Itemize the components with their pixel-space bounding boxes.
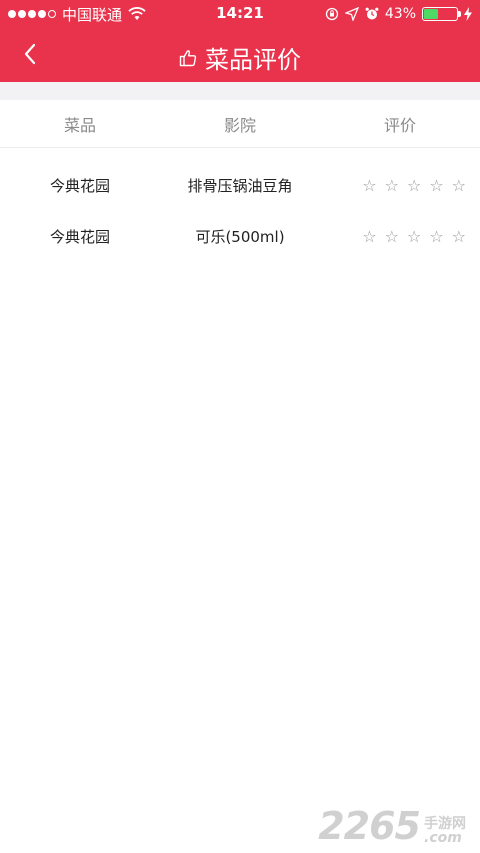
- cell-dish: 排骨压锅油豆角: [187, 177, 293, 195]
- lock-rotation-icon: [325, 7, 339, 21]
- battery-fill: [424, 9, 438, 19]
- table-header: 菜品 影院 评价: [0, 100, 480, 148]
- table-row: 今典花园 可乐(500ml) ☆ ☆ ☆ ☆ ☆: [0, 211, 480, 262]
- alarm-icon: [365, 7, 379, 20]
- column-header-cinema: 影院: [223, 115, 256, 135]
- star-icon[interactable]: ☆: [452, 228, 466, 245]
- cell-dish: 可乐(500ml): [195, 228, 285, 246]
- column-header-rating: 评价: [383, 115, 416, 135]
- nav-title-group: 菜品评价: [0, 40, 480, 75]
- watermark-site-name: 手游网: [424, 816, 466, 832]
- watermark-side: 手游网 .com: [424, 817, 466, 845]
- page-title: 菜品评价: [205, 46, 301, 74]
- star-icon[interactable]: ☆: [385, 177, 399, 194]
- status-bar-left: 中国联通: [8, 4, 146, 24]
- location-arrow-icon: [344, 7, 359, 21]
- signal-dot: [8, 10, 16, 18]
- signal-dot-empty: [48, 10, 56, 18]
- star-icon[interactable]: ☆: [407, 177, 421, 194]
- table-row: 今典花园 排骨压锅油豆角 ☆ ☆ ☆ ☆ ☆: [0, 160, 480, 211]
- nav-bar: 菜品评价: [0, 28, 480, 82]
- status-bar: 中国联通 14:21 43%: [0, 0, 480, 28]
- star-icon[interactable]: ☆: [362, 228, 376, 245]
- star-icon[interactable]: ☆: [429, 228, 443, 245]
- app-header: 中国联通 14:21 43% 菜品评价: [0, 0, 480, 82]
- signal-dot: [18, 10, 26, 18]
- status-bar-right: 43%: [325, 4, 472, 24]
- watermark-number: 2265: [318, 804, 421, 848]
- review-list: 今典花园 排骨压锅油豆角 ☆ ☆ ☆ ☆ ☆ 今典花园 可乐(500ml) ☆ …: [0, 160, 480, 262]
- watermark-domain: .com: [424, 830, 462, 846]
- star-icon[interactable]: ☆: [362, 177, 376, 194]
- star-icon[interactable]: ☆: [452, 177, 466, 194]
- cell-cinema: 今典花园: [49, 177, 110, 195]
- signal-strength-icon: [8, 10, 56, 18]
- signal-dot: [38, 10, 46, 18]
- star-rating: ☆ ☆ ☆ ☆ ☆: [320, 228, 480, 245]
- wifi-icon: [128, 7, 146, 20]
- star-icon[interactable]: ☆: [429, 177, 443, 194]
- star-icon[interactable]: ☆: [385, 228, 399, 245]
- signal-dot: [28, 10, 36, 18]
- carrier-name: 中国联通: [62, 5, 123, 24]
- cell-cinema: 今典花园: [49, 228, 110, 246]
- header-separator: [0, 82, 480, 100]
- thumbs-up-icon: [179, 49, 197, 66]
- column-header-dish: 菜品: [63, 115, 96, 135]
- battery-icon: [422, 7, 461, 21]
- star-rating: ☆ ☆ ☆ ☆ ☆: [320, 177, 480, 194]
- battery-percent: 43%: [384, 6, 416, 22]
- charging-bolt-icon: [464, 7, 472, 21]
- status-time: 14:21: [216, 4, 264, 22]
- watermark-logo: 2265 手游网 .com: [318, 807, 466, 845]
- star-icon[interactable]: ☆: [407, 228, 421, 245]
